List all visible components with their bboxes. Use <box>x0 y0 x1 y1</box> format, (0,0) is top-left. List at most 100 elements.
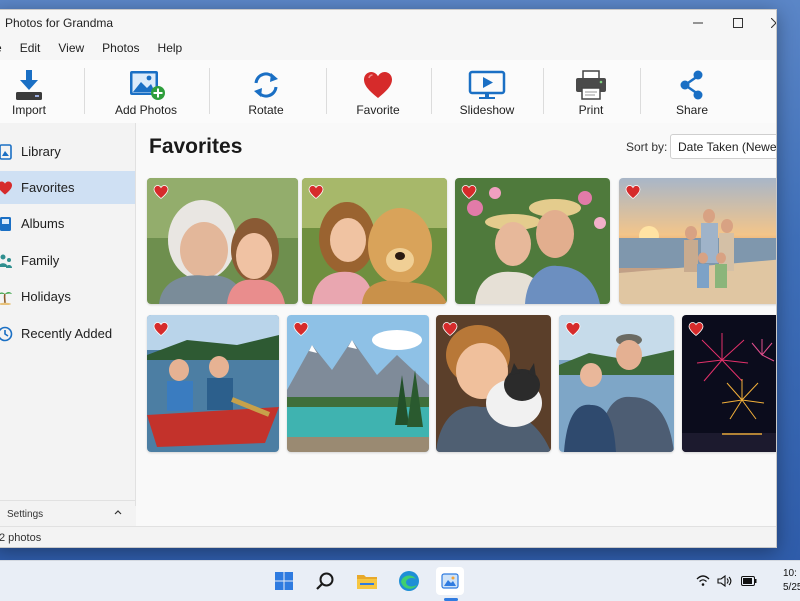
file-explorer-button[interactable] <box>353 567 381 595</box>
photo-thumbnail[interactable] <box>619 178 776 304</box>
photo-thumbnail[interactable] <box>147 315 279 452</box>
rotate-button[interactable]: Rotate <box>238 60 294 123</box>
toolbar-divider <box>543 68 544 114</box>
sidebar-item-label: Library <box>21 144 61 159</box>
sidebar-item-holidays[interactable]: Holidays <box>0 280 135 313</box>
favorite-heart-icon[interactable] <box>625 185 641 199</box>
print-button[interactable]: Print <box>563 60 619 123</box>
photo-grandmother-and-granddaughter <box>147 178 298 304</box>
add-photos-button[interactable]: Add Photos <box>108 60 184 123</box>
volume-icon[interactable] <box>717 561 732 601</box>
app-window: Photos for Grandma e Edit View Photos He… <box>0 9 777 548</box>
favorite-heart-icon[interactable] <box>293 322 309 336</box>
menu-view[interactable]: View <box>49 41 93 55</box>
heart-icon <box>0 180 13 196</box>
toolbar: Import Add Photos Rotate Favorite Slides… <box>0 60 776 124</box>
taskbar: 10: 5/25 <box>0 560 800 601</box>
favorite-heart-icon[interactable] <box>688 322 704 336</box>
sidebar-item-label: Favorites <box>21 180 75 195</box>
clock-icon <box>0 326 13 342</box>
slideshow-label: Slideshow <box>459 103 515 117</box>
window-title: Photos for Grandma <box>5 16 114 30</box>
photo-thumbnail[interactable] <box>302 178 447 304</box>
sidebar-item-label: Holidays <box>21 289 71 304</box>
slideshow-button[interactable]: Slideshow <box>453 60 521 123</box>
menu-bar: e Edit View Photos Help <box>0 36 776 60</box>
toolbar-divider <box>209 68 210 114</box>
search-button[interactable] <box>311 567 339 595</box>
photos-app-button[interactable] <box>436 567 464 595</box>
favorite-heart-icon[interactable] <box>442 322 458 336</box>
toolbar-divider <box>84 68 85 114</box>
main-content: Favorites Sort by: Date Taken (Newest) <box>136 123 776 526</box>
heart-icon <box>363 68 393 102</box>
sidebar-item-albums[interactable]: Albums <box>0 207 135 240</box>
photo-thumbnail[interactable] <box>455 178 610 304</box>
file-explorer-icon <box>357 575 377 589</box>
menu-edit[interactable]: Edit <box>11 41 50 55</box>
edge-browser-button[interactable] <box>395 567 423 595</box>
photo-thumbnail[interactable] <box>436 315 551 452</box>
search-icon <box>316 572 334 590</box>
battery-icon[interactable] <box>741 561 757 601</box>
rotate-label: Rotate <box>248 103 284 117</box>
palm-tree-icon <box>0 289 13 305</box>
favorite-heart-icon[interactable] <box>565 322 581 336</box>
sidebar-item-library[interactable]: Library <box>0 135 135 168</box>
status-bar: 2 photos <box>0 526 776 547</box>
settings-panel-toggle[interactable]: Settings <box>0 500 135 527</box>
import-label: Import <box>11 103 46 117</box>
sidebar-item-label: Albums <box>21 216 65 231</box>
sidebar-item-label: Family <box>21 253 60 268</box>
close-button[interactable] <box>753 10 776 36</box>
sort-label: Sort by: <box>626 140 668 154</box>
menu-photos[interactable]: Photos <box>93 41 148 55</box>
close-icon <box>771 18 776 28</box>
photo-thumbnail[interactable] <box>559 315 674 452</box>
favorite-heart-icon[interactable] <box>461 185 477 199</box>
toolbar-divider <box>431 68 432 114</box>
sidebar-item-label: Recently Added <box>21 326 113 341</box>
favorite-heart-icon[interactable] <box>308 185 324 199</box>
page-title: Favorites <box>149 135 243 158</box>
favorite-button[interactable]: Favorite <box>350 60 406 123</box>
sort-value: Date Taken (Newest) <box>678 139 777 154</box>
start-icon <box>275 572 293 590</box>
import-icon <box>14 68 44 102</box>
clock-date: 5/25 <box>783 582 800 593</box>
add-photos-label: Add Photos <box>114 103 178 117</box>
rotate-icon <box>250 68 282 102</box>
photo-elderly-couple-in-garden <box>455 178 610 304</box>
menu-file[interactable]: e <box>0 41 11 55</box>
favorite-heart-icon[interactable] <box>153 185 169 199</box>
photo-thumbnail[interactable] <box>147 178 298 304</box>
chevron-up-icon <box>113 507 123 520</box>
sidebar-item-family[interactable]: Family <box>0 244 135 277</box>
wifi-icon[interactable] <box>696 561 710 601</box>
toolbar-divider <box>326 68 327 114</box>
photo-count: 2 photos <box>0 531 42 544</box>
album-icon <box>0 216 13 232</box>
import-button[interactable]: Import <box>1 60 57 123</box>
share-label: Share <box>675 103 709 117</box>
settings-label: Settings <box>7 508 44 520</box>
sort-dropdown[interactable]: Date Taken (Newest) <box>670 134 777 159</box>
photo-thumbnail[interactable] <box>287 315 429 452</box>
sidebar-item-favorites[interactable]: Favorites <box>0 171 135 204</box>
menu-help[interactable]: Help <box>149 41 192 55</box>
photo-thumbnail[interactable] <box>682 315 776 452</box>
print-label: Print <box>578 103 604 117</box>
photos-app-icon <box>441 573 459 589</box>
clock[interactable]: 10: 5/25 <box>783 567 800 595</box>
favorite-heart-icon[interactable] <box>153 322 169 336</box>
start-button[interactable] <box>270 567 298 595</box>
sidebar-item-recently-added[interactable]: Recently Added <box>0 317 135 350</box>
share-icon <box>677 68 707 102</box>
printer-icon <box>574 68 608 102</box>
title-bar[interactable]: Photos for Grandma <box>0 10 776 36</box>
toolbar-divider <box>640 68 641 114</box>
photo-family-on-beach-at-sunset <box>619 178 776 304</box>
sidebar: Library Favorites Albums Family Holidays <box>0 123 136 506</box>
library-icon <box>0 143 13 160</box>
share-button[interactable]: Share <box>664 60 720 123</box>
